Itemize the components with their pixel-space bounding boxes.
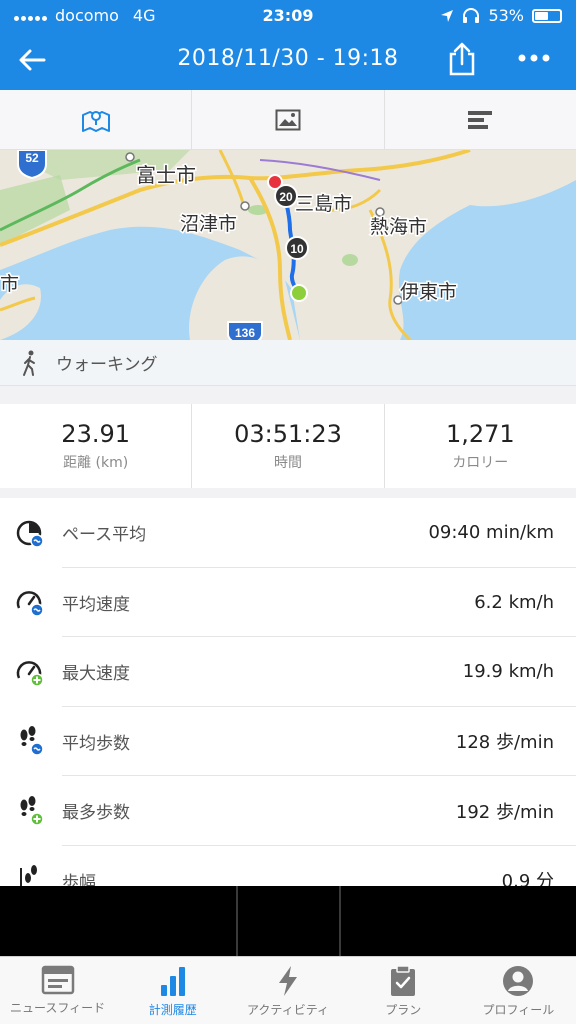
- newsfeed-icon: [41, 965, 74, 995]
- pace-average-icon: [16, 520, 44, 548]
- nav-label: アクティビティ: [247, 1003, 329, 1017]
- summary-distance: 23.91 距離 (km): [0, 404, 193, 488]
- top-bar: docomo 4G 23:09 53% 2018/11/30 - 19:18: [0, 0, 576, 90]
- nav-label: ニュースフィード: [10, 1001, 106, 1015]
- summary-label: カロリー: [452, 455, 509, 471]
- stride-icon: [20, 865, 37, 886]
- map-label-numazu: 沼津市: [180, 213, 237, 235]
- bottom-navigation: ニュースフィード 計測履歴 アクティビティ プラン プロフィール: [0, 956, 576, 1024]
- steps-max-icon: [20, 795, 44, 826]
- summary-value: 03:51:23: [234, 420, 342, 448]
- summary-panel: 23.91 距離 (km) 03:51:23 時間 1,271 カロリー: [0, 404, 576, 488]
- walking-icon: [23, 350, 35, 376]
- clipboard-icon: [391, 965, 416, 996]
- summary-duration: 03:51:23 時間: [192, 404, 385, 488]
- share-icon[interactable]: [446, 41, 478, 77]
- tab-photo[interactable]: [192, 90, 385, 149]
- activity-type-label: ウォーキング: [56, 355, 158, 375]
- status-bar: docomo 4G 23:09 53%: [0, 0, 576, 32]
- map-label-fuji: 富士市: [136, 163, 196, 187]
- nav-newsfeed[interactable]: ニュースフィード: [0, 957, 115, 1024]
- headphones-icon: [463, 7, 480, 23]
- stat-value: 6.2 km/h: [474, 591, 554, 613]
- stat-label: 最多歩数: [62, 803, 130, 824]
- summary-calories: 1,271 カロリー: [385, 404, 576, 488]
- battery-icon: [532, 8, 562, 23]
- summary-label: 距離 (km): [63, 455, 129, 471]
- location-arrow-icon: [441, 9, 454, 22]
- route-km-10-marker: 10: [285, 236, 309, 260]
- route-136-badge: 136: [227, 321, 263, 340]
- steps-average-icon: [20, 726, 44, 756]
- tab-splits[interactable]: [385, 90, 576, 149]
- map-label-mishima: 三島市: [295, 193, 352, 215]
- route-52-label: 52: [25, 151, 39, 165]
- route-km-10-label: 10: [290, 242, 304, 256]
- map-label-left-city: 市: [0, 273, 19, 295]
- page-title: 2018/11/30 - 19:18: [177, 46, 399, 71]
- more-options-icon[interactable]: [514, 46, 554, 70]
- stat-label: ペース平均: [62, 525, 147, 546]
- map-label-ito: 伊東市: [400, 281, 457, 303]
- stat-row-speed-average: 平均速度 6.2 km/h: [0, 568, 576, 638]
- stat-label: 最大速度: [62, 664, 130, 685]
- history-chart-icon: [160, 967, 185, 996]
- nav-label: プロフィール: [482, 1003, 555, 1017]
- stat-row-stride: 歩幅 0.9 分: [0, 846, 576, 886]
- tab-map[interactable]: [0, 90, 193, 149]
- route-km-20-marker: 20: [274, 184, 298, 208]
- route-map[interactable]: 52 136 富士市 沼津市 三島市 熱海市 伊東市 市 20 10: [0, 150, 576, 340]
- image-icon: [275, 109, 301, 130]
- stat-row-steps-average: 平均歩数 128 歩/min: [0, 707, 576, 777]
- summary-label: 時間: [273, 455, 302, 471]
- route-start-marker: [290, 284, 308, 302]
- nav-plan[interactable]: プラン: [346, 957, 461, 1024]
- nav-label: プラン: [385, 1003, 422, 1017]
- stat-row-steps-max: 最多歩数 192 歩/min: [0, 776, 576, 846]
- activity-type-bar: ウォーキング: [0, 340, 576, 386]
- route-136-label: 136: [235, 326, 255, 340]
- nav-profile[interactable]: プロフィール: [461, 957, 576, 1024]
- profile-icon: [503, 966, 534, 996]
- stat-label: 平均速度: [62, 594, 130, 615]
- summary-value: 23.91: [61, 420, 131, 448]
- nav-activity[interactable]: アクティビティ: [230, 957, 345, 1024]
- speed-max-icon: [16, 660, 44, 687]
- bars-icon: [468, 110, 493, 129]
- stat-label: 平均歩数: [62, 733, 130, 754]
- map-icon: [81, 110, 110, 132]
- map-label-atami: 熱海市: [370, 216, 427, 238]
- stat-row-pace-average: ペース平均 09:40 min/km: [0, 498, 576, 568]
- stat-value: 128 歩/min: [455, 732, 554, 754]
- lightning-icon: [279, 966, 297, 996]
- nav-label: 計測履歴: [148, 1003, 197, 1017]
- stat-label: 歩幅: [62, 872, 96, 886]
- stat-value: 09:40 min/km: [428, 522, 554, 544]
- detail-tabs: [0, 90, 576, 150]
- battery-percent: 53%: [488, 6, 524, 25]
- stat-value: 0.9 分: [501, 871, 554, 886]
- stat-row-speed-max: 最大速度 19.9 km/h: [0, 637, 576, 707]
- speed-average-icon: [16, 591, 44, 617]
- route-km-20-label: 20: [279, 190, 293, 204]
- stats-list: ペース平均 09:40 min/km 平均速度 6.2 km/h 最大速度 19…: [0, 498, 576, 886]
- summary-value: 1,271: [445, 420, 515, 448]
- stat-value: 19.9 km/h: [462, 661, 554, 683]
- nav-history[interactable]: 計測履歴: [115, 957, 230, 1024]
- route-52-badge: 52: [17, 150, 47, 180]
- ad-banner-area: [0, 886, 576, 956]
- stat-value: 192 歩/min: [455, 801, 554, 823]
